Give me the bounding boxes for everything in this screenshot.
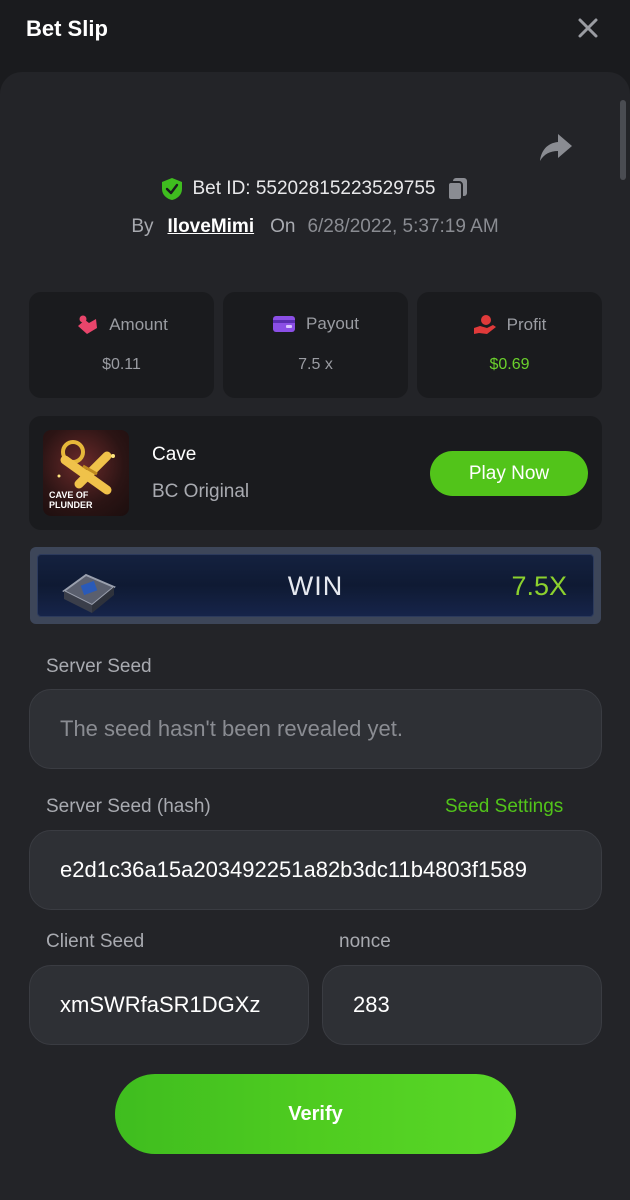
server-seed-hash-field[interactable]: e2d1c36a15a203492251a82b3dc11b4803f1589 — [29, 830, 602, 910]
stat-label: Amount — [109, 315, 168, 334]
stat-value: 7.5 x — [298, 356, 333, 373]
username-link[interactable]: IloveMimi — [168, 216, 255, 238]
game-provider: BC Original — [152, 481, 250, 502]
stat-card-amount: Amount $0.11 — [29, 292, 214, 398]
bet-id-row: Bet ID: 55202815223529755 — [0, 172, 630, 206]
by-label: By — [131, 216, 154, 237]
page-title: Bet Slip — [26, 16, 108, 41]
stat-label: Profit — [506, 315, 547, 334]
stat-value: $0.69 — [489, 356, 530, 373]
client-seed-label: Client Seed — [46, 931, 145, 952]
result-label: WIN — [287, 571, 344, 601]
hand-coin-icon — [473, 315, 496, 334]
header: Bet Slip — [0, 0, 630, 72]
shield-check-icon — [161, 178, 182, 200]
result-inner: WIN 7.5X — [37, 554, 594, 617]
share-icon[interactable] — [538, 130, 574, 164]
coins-icon — [78, 315, 98, 334]
stat-label: Payout — [306, 314, 359, 333]
server-seed-label: Server Seed — [46, 656, 152, 677]
stat-card-payout: Payout 7.5 x — [223, 292, 408, 398]
stat-card-profit: Profit $0.69 — [417, 292, 602, 398]
nonce-label: nonce — [339, 931, 391, 952]
result-banner: WIN 7.5X — [30, 547, 601, 624]
game-thumb-label: CAVE OF PLUNDER — [49, 490, 93, 510]
game-name: Cave — [152, 444, 197, 465]
on-label: On — [270, 216, 296, 237]
copy-icon[interactable] — [446, 176, 470, 202]
close-icon[interactable] — [574, 14, 602, 42]
server-seed-hash-label: Server Seed (hash) — [46, 796, 211, 817]
stat-value: $0.11 — [102, 356, 141, 373]
result-multiplier: 7.5X — [511, 571, 567, 601]
play-now-button[interactable]: Play Now — [430, 451, 588, 496]
wallet-icon — [273, 316, 296, 332]
bet-author-row: By IloveMimi On 6/28/2022, 5:37:19 AM — [0, 210, 630, 244]
server-seed-field[interactable]: The seed hasn't been revealed yet. — [29, 689, 602, 769]
bet-date: 6/28/2022, 5:37:19 AM — [307, 216, 499, 237]
seed-settings-link[interactable]: Seed Settings — [445, 796, 563, 818]
verify-button[interactable]: Verify — [115, 1074, 516, 1154]
game-thumbnail[interactable]: CAVE OF PLUNDER — [43, 430, 129, 516]
bet-id: Bet ID: 55202815223529755 — [192, 178, 436, 199]
client-seed-field[interactable]: xmSWRfaSR1DGXz — [29, 965, 309, 1045]
nonce-field[interactable]: 283 — [322, 965, 602, 1045]
game-card: CAVE OF PLUNDER Cave BC Original Play No… — [29, 416, 602, 530]
scrollbar[interactable] — [620, 100, 626, 180]
